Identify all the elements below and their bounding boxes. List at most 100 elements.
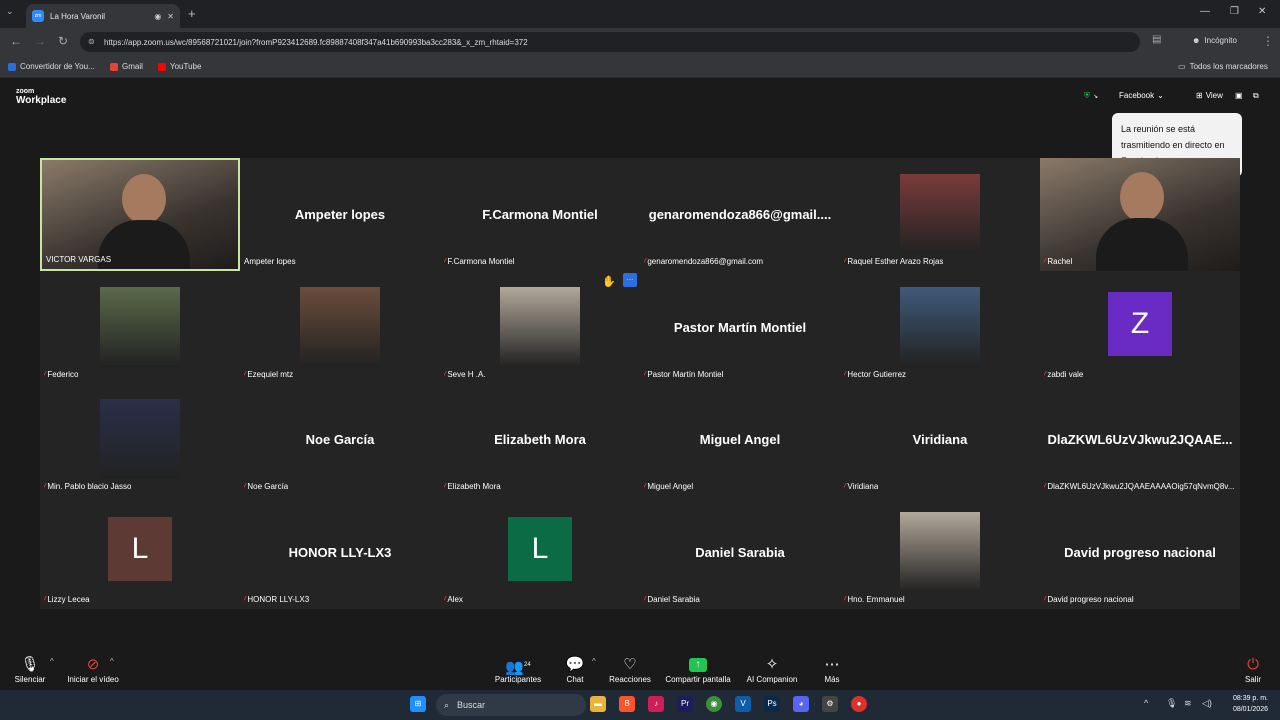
recorder-icon[interactable]: ● (851, 696, 867, 712)
chat-button[interactable]: 💬 Chat (560, 655, 590, 684)
incognito-indicator[interactable]: ☻ Incógnito (1192, 36, 1237, 45)
participant-tile[interactable]: Ampeter lopes Ampeter lopes (240, 158, 440, 271)
site-info-icon[interactable]: ⊜ (88, 37, 95, 46)
bookmark-label: YouTube (170, 62, 202, 71)
bookmark-youtube[interactable]: YouTube (158, 62, 201, 71)
back-icon[interactable]: ← (10, 34, 22, 48)
participants-button[interactable]: 👥24 Participantes (494, 655, 542, 684)
discord-icon[interactable]: ◕ (793, 696, 809, 712)
incognito-label: Incógnito (1204, 36, 1237, 45)
participant-tile[interactable]: Noe García ⁄ Noe García (240, 383, 440, 496)
tab-title: La Hora Varonil (50, 11, 105, 21)
forward-icon[interactable]: → (34, 34, 46, 48)
participant-tile[interactable]: genaromendoza866@gmail.... ⁄ genaromendoza… (640, 158, 840, 271)
search-label: Buscar (457, 700, 486, 710)
wifi-icon[interactable]: ≋ (1184, 698, 1192, 709)
maximize-icon[interactable]: ❐ (1230, 6, 1239, 17)
security-shield-icon[interactable]: ⛨ ↘ (1084, 91, 1098, 101)
chat-options-chevron-icon[interactable]: ^ (592, 657, 596, 666)
participant-name: Hector Gutierrez (847, 369, 907, 379)
participant-tile[interactable]: ⁄ Min. Pablo blacio Jasso (40, 383, 240, 496)
participant-tile[interactable]: L ⁄ Lizzy Lecea (40, 495, 240, 609)
participant-tile[interactable]: Viridiana ⁄ Viridiana (840, 383, 1040, 496)
participant-tile[interactable]: ⁄ Hector Gutierrez (840, 270, 1040, 384)
participant-tile[interactable]: ⁄ Federico (40, 270, 240, 384)
url-bar[interactable]: ⊜ https://app.zoom.us/wc/89568721021/joi… (80, 32, 1140, 52)
microphone-tray-icon[interactable]: 🎙 (1166, 698, 1177, 709)
participant-tile[interactable]: F.Carmona Montiel ⁄ F.Carmona Montiel (440, 158, 640, 271)
participant-tile[interactable]: Elizabeth Mora ⁄ Elizabeth Mora (440, 383, 640, 496)
view-button[interactable]: ⊞ View (1196, 91, 1223, 100)
video-options-chevron-icon[interactable]: ^ (110, 657, 114, 666)
leave-button[interactable]: ⏻ Salir (1240, 655, 1266, 684)
participant-tile[interactable]: DlaZKWL6UzVJkwu2JQAAE... ⁄ DlaZKWL6UzVJkwu… (1040, 383, 1240, 496)
participant-name: Hno. Emmanuel (847, 594, 905, 604)
file-explorer-icon[interactable]: ▬ (590, 696, 606, 712)
reading-mode-icon[interactable]: ▤ (1152, 34, 1161, 45)
participant-name: Noe García (247, 482, 289, 491)
tab-close-icon[interactable]: ✕ (167, 12, 174, 21)
participant-display-name: HONOR LLY-LX3 (288, 544, 392, 560)
live-stream-facebook-button[interactable]: Facebook ⌄ (1119, 91, 1164, 100)
muted-mic-icon: ⁄ (844, 482, 846, 491)
mute-button[interactable]: 🎙 Silenciar (10, 655, 50, 684)
participant-name: F.Carmona Montiel (447, 257, 515, 266)
tab-list-chevron-icon[interactable]: ⌄ (6, 6, 14, 17)
participant-display-name: David progreso nacional (1064, 544, 1216, 560)
premiere-icon[interactable]: Pr (677, 696, 693, 712)
participant-tile[interactable]: David progreso nacional ⁄ David progreso n… (1040, 495, 1240, 609)
participant-tile[interactable]: Z ⁄ zabdi vale (1040, 270, 1240, 384)
taskbar-search[interactable]: ⌕ Buscar (436, 694, 586, 716)
reactions-button[interactable]: ♡ Reacciones (606, 655, 654, 684)
fullscreen-icon[interactable]: ⧉ (1253, 91, 1259, 101)
bookmark-convertidor[interactable]: Convertidor de You... (8, 62, 95, 71)
chrome-icon[interactable]: ◉ (706, 696, 722, 712)
participant-tile[interactable]: Pastor Martín Montiel ⁄ Pastor Martín Mont… (640, 270, 840, 384)
tiktok-icon[interactable]: ♪ (648, 696, 664, 712)
browser-tab[interactable]: zm La Hora Varonil ◉ ✕ (26, 4, 180, 28)
person-body-shape (1096, 218, 1188, 271)
leave-label: Salir (1244, 675, 1261, 684)
mic-options-chevron-icon[interactable]: ^ (50, 657, 54, 666)
more-button[interactable]: ⋯ Más (818, 655, 846, 684)
vegas-icon[interactable]: V (735, 696, 751, 712)
taskbar-clock[interactable]: 08:39 p. m. 08/01/2026 (1220, 693, 1268, 715)
profile-photo (100, 399, 180, 479)
muted-mic-icon: ⁄ (644, 482, 646, 491)
participant-tile[interactable]: Miguel Angel ⁄ Miguel Angel (640, 383, 840, 496)
reload-icon[interactable]: ↻ (58, 34, 68, 48)
settings-icon[interactable]: ⚙ (822, 696, 838, 712)
participant-tile[interactable]: ⁄ Ezequiel mtz (240, 270, 440, 384)
participant-tile[interactable]: ⁄ Hno. Emmanuel (840, 495, 1040, 609)
windows-start-icon[interactable]: ⊞ (410, 696, 426, 712)
participant-name-label: ⁄ DlaZKWL6UzVJkwu2JQAAEAAAAOig57qNvmQ8v..… (1044, 482, 1234, 491)
gmail-icon (110, 62, 118, 71)
more-label: Más (824, 675, 840, 684)
participant-name: Rachel (1047, 257, 1073, 266)
participant-tile[interactable]: VICTOR VARGAS (40, 158, 240, 271)
participant-tile[interactable]: Daniel Sarabia ⁄ Daniel Sarabia (640, 495, 840, 609)
picture-in-picture-icon[interactable]: ▣ (1235, 91, 1243, 100)
participant-tile[interactable]: HONOR LLY-LX3 ⁄ HONOR LLY-LX3 (240, 495, 440, 609)
photoshop-icon[interactable]: Ps (764, 696, 780, 712)
new-tab-icon[interactable]: + (188, 6, 196, 21)
share-label: Compartir pantalla (665, 675, 731, 684)
browser-menu-icon[interactable]: ⋮ (1262, 34, 1274, 48)
volume-icon[interactable]: ◁) (1202, 698, 1212, 709)
participant-tile[interactable]: ⁄ Raquel Esther Arazo Rojas (840, 158, 1040, 271)
bookmark-gmail[interactable]: Gmail (110, 62, 143, 71)
participant-display-name: Daniel Sarabia (695, 544, 785, 560)
participant-name: Pastor Martín Montiel (647, 369, 724, 379)
all-bookmarks[interactable]: ▭ Todos los marcadores (1178, 62, 1268, 71)
tray-chevron-icon[interactable]: ^ (1144, 698, 1148, 708)
share-screen-button[interactable]: ↑ Compartir pantalla (662, 655, 734, 684)
close-window-icon[interactable]: ✕ (1258, 6, 1266, 17)
participant-tile[interactable]: L ⁄ Alex (440, 495, 640, 609)
muted-mic-icon: ⁄ (244, 369, 246, 379)
participant-tile[interactable]: ⁄ Rachel (1040, 158, 1240, 271)
minimize-icon[interactable]: — (1200, 6, 1210, 17)
chat-bubble-icon[interactable]: … (623, 273, 637, 287)
ai-companion-button[interactable]: ✧ AI Companion (744, 655, 800, 684)
avatar-letter: L (508, 516, 572, 581)
brave-icon[interactable]: B (619, 696, 635, 712)
